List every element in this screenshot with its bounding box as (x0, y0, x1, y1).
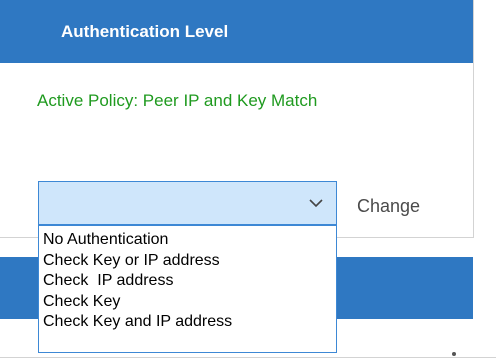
option-check-key-and-ip[interactable]: Check Key and IP address (39, 312, 336, 333)
authentication-level-panel: Authentication Level Active Policy: Peer… (0, 0, 474, 238)
option-check-ip[interactable]: Check IP address (39, 271, 336, 292)
option-check-key-or-ip[interactable]: Check Key or IP address (39, 251, 336, 272)
panel-title: Authentication Level (61, 22, 229, 41)
option-check-key[interactable]: Check Key (39, 292, 336, 313)
chevron-down-icon (308, 196, 324, 208)
panel-header: Authentication Level (0, 0, 473, 63)
authentication-select[interactable] (38, 181, 337, 225)
authentication-page: Authentication Level Active Policy: Peer… (0, 0, 496, 361)
option-no-authentication[interactable]: No Authentication (39, 230, 336, 251)
active-policy-text: Active Policy: Peer IP and Key Match (37, 91, 318, 110)
change-button[interactable]: Change (357, 195, 420, 217)
divider (0, 357, 496, 358)
authentication-options-list: No Authentication Check Key or IP addres… (38, 225, 337, 353)
bullet-marker (452, 352, 456, 356)
